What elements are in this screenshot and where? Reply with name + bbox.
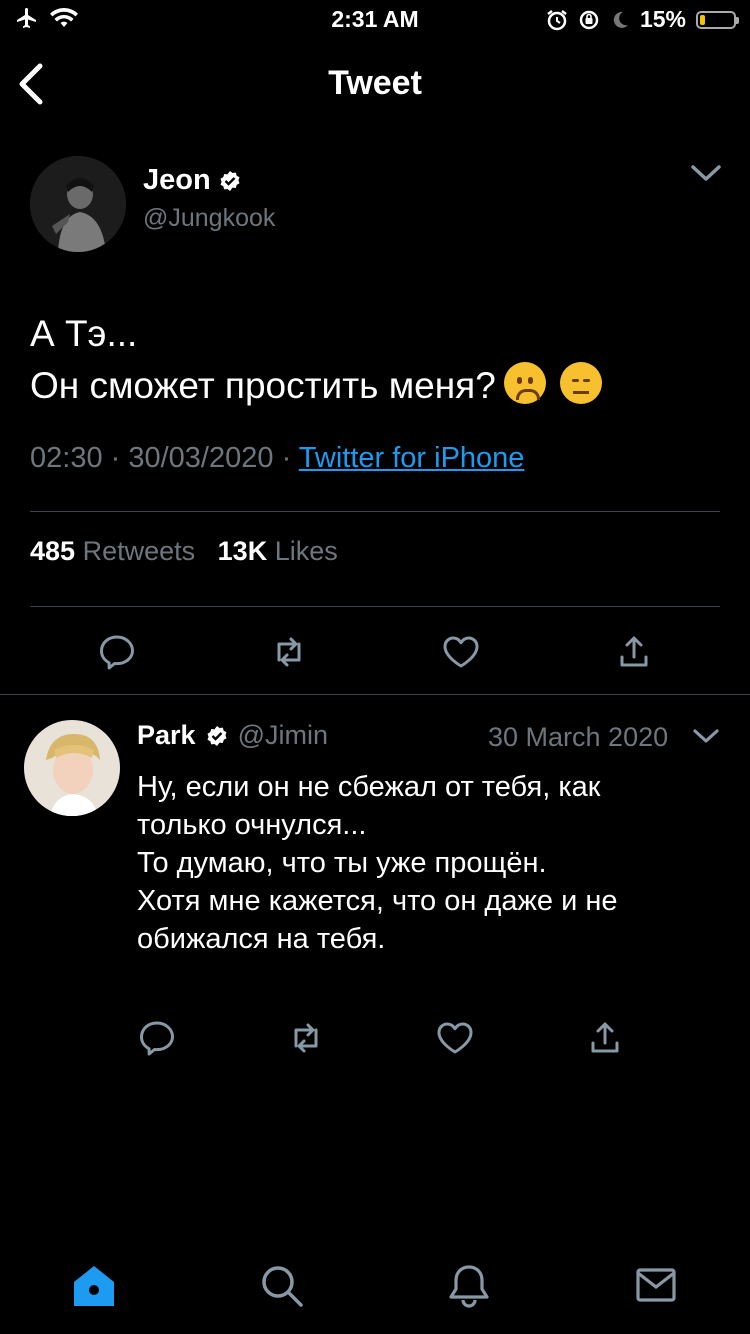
tweet-stats: 485 Retweets 13K Likes <box>30 536 338 567</box>
like-button[interactable] <box>439 630 483 674</box>
reply-text-line: Хотя мне кажется, что он даже и не <box>137 885 618 917</box>
reply-text: Ну, если он не сбежал от тебя, как тольк… <box>137 768 727 958</box>
section-divider <box>0 694 750 695</box>
reply-author-handle: @Jimin <box>237 720 328 750</box>
worried-face-emoji <box>503 362 546 404</box>
tweet-meta: 02:30 · 30/03/2020 · Twitter for iPhone <box>30 442 524 475</box>
alarm-icon <box>547 9 567 30</box>
reply-icon <box>100 635 134 670</box>
share-button[interactable] <box>612 630 656 674</box>
retweet-icon <box>277 637 301 667</box>
tab-search[interactable] <box>256 1260 308 1312</box>
tweet-text-line: А Тэ... <box>30 313 138 354</box>
retweet-button[interactable] <box>267 630 311 674</box>
status-bar: 2:31 AM 15% <box>0 0 750 40</box>
tweet-date: 30/03/2020 <box>128 442 274 474</box>
messages-icon <box>636 1268 676 1302</box>
chevron-down-icon <box>693 729 719 743</box>
retweet-icon <box>294 1023 318 1053</box>
reply-header: Park @Jimin <box>137 720 328 751</box>
divider <box>30 511 720 512</box>
reply-text-line: обижался на тебя. <box>137 923 386 955</box>
reply-options-button[interactable] <box>692 724 720 748</box>
author-name-row: Jeon <box>143 164 241 197</box>
avatar-photo <box>30 156 126 252</box>
reply-like-button[interactable] <box>433 1016 477 1060</box>
meta-separator: · <box>281 442 299 474</box>
home-icon <box>74 1266 114 1306</box>
verified-badge-icon <box>220 170 240 191</box>
pensive-face-emoji <box>559 362 602 404</box>
share-icon <box>591 1022 619 1053</box>
retweets-count[interactable]: 485 <box>30 536 75 566</box>
tweet-text-line: Он сможет простить меня? <box>30 365 496 406</box>
reply-text-line: То думаю, что ты уже прощён. <box>137 847 547 879</box>
search-icon <box>262 1266 303 1307</box>
tweet-source-link[interactable]: Twitter for iPhone <box>299 442 525 474</box>
tweet-text-line-2: Он сможет простить меня? <box>30 360 730 412</box>
status-right: 15% <box>546 6 739 33</box>
verified-badge-icon <box>207 725 227 746</box>
reply-author-name[interactable]: Park <box>137 720 196 751</box>
retweets-label[interactable]: Retweets <box>83 536 196 566</box>
tab-notifications[interactable] <box>443 1260 495 1312</box>
reply-retweet-button[interactable] <box>284 1016 328 1060</box>
rotation-lock-icon <box>579 10 599 29</box>
page-title: Tweet <box>328 64 422 102</box>
tab-home[interactable] <box>68 1260 120 1312</box>
likes-count[interactable]: 13K <box>218 536 268 566</box>
reply-button[interactable] <box>95 630 139 674</box>
tweet-options-button[interactable] <box>690 160 722 186</box>
battery-icon <box>696 10 739 29</box>
share-icon <box>620 636 648 667</box>
reply-icon <box>140 1021 174 1056</box>
author-name[interactable]: Jeon <box>143 164 211 197</box>
notifications-icon <box>449 1265 489 1308</box>
reply-date: 30 March 2020 <box>488 722 669 752</box>
avatar[interactable] <box>30 156 126 252</box>
reply-text-line: Ну, если он не сбежал от тебя, как <box>137 771 601 803</box>
like-icon <box>443 636 479 668</box>
tweet-time: 02:30 <box>30 442 103 474</box>
reply-avatar-photo <box>24 720 120 816</box>
reply-avatar[interactable] <box>24 720 120 816</box>
likes-label[interactable]: Likes <box>275 536 338 566</box>
battery-percent: 15% <box>639 6 686 32</box>
meta-separator: · <box>110 442 129 474</box>
reply-share-button[interactable] <box>583 1016 627 1060</box>
chevron-down-icon <box>691 165 721 181</box>
moon-icon <box>613 11 628 28</box>
divider <box>30 606 720 607</box>
author-handle: @Jungkook <box>143 204 276 232</box>
tab-messages[interactable] <box>630 1260 682 1312</box>
reply-text-line: только очнулся... <box>137 809 367 841</box>
tweet-text: А Тэ... Он сможет простить меня? <box>30 308 730 412</box>
like-icon <box>437 1022 473 1054</box>
reply-reply-button[interactable] <box>135 1016 179 1060</box>
